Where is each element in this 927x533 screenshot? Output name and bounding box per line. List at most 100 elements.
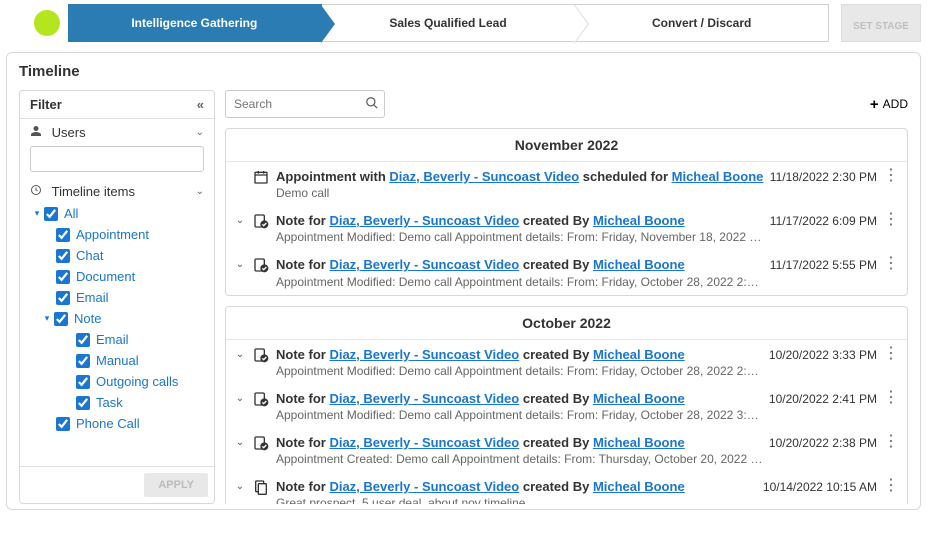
stage-bar: Intelligence Gathering Sales Qualified L… <box>6 4 921 42</box>
filter-users-toggle[interactable]: Users ⌄ <box>30 125 204 140</box>
entry-description: Appointment Modified: Demo call Appointm… <box>276 230 764 244</box>
checkbox-all[interactable] <box>44 207 58 221</box>
timeline-entry: ⌄ Note for Diaz, Beverly - Suncoast Vide… <box>226 250 907 294</box>
stage-sales-qualified-lead[interactable]: Sales Qualified Lead <box>322 4 576 42</box>
entry-description: Great prospect. 5 user deal, about nov t… <box>276 496 757 504</box>
tree-collapse-icon[interactable]: ▾ <box>42 313 52 324</box>
checkbox-note[interactable] <box>54 312 68 326</box>
checkbox-note-outgoing[interactable] <box>76 375 90 389</box>
entry-link-user[interactable]: Micheal Boone <box>672 169 764 184</box>
checkbox-document[interactable] <box>56 270 70 284</box>
entry-menu-icon[interactable]: ⋮ <box>883 390 897 406</box>
entry-link-contact[interactable]: Diaz, Beverly - Suncoast Video <box>329 213 519 228</box>
entry-link-user[interactable]: Micheal Boone <box>593 391 685 406</box>
tree-item-email[interactable]: Email <box>26 287 214 308</box>
tree-item-note-task[interactable]: Task <box>26 392 214 413</box>
entry-link-user[interactable]: Micheal Boone <box>593 213 685 228</box>
tree-item-note[interactable]: ▾ Note <box>26 308 214 329</box>
note-check-icon <box>252 212 270 230</box>
entry-expand-icon[interactable]: ⌄ <box>234 212 246 226</box>
filter-users-input[interactable] <box>30 146 204 172</box>
month-header: November 2022 <box>226 129 907 162</box>
entry-menu-icon[interactable]: ⋮ <box>883 212 897 228</box>
tree-label: Note <box>74 311 101 326</box>
tree-item-note-manual[interactable]: Manual <box>26 350 214 371</box>
tree-item-chat[interactable]: Chat <box>26 245 214 266</box>
search-input[interactable] <box>225 90 385 118</box>
entry-link-contact[interactable]: Diaz, Beverly - Suncoast Video <box>329 391 519 406</box>
apply-button[interactable]: APPLY <box>144 473 208 497</box>
search-wrap <box>225 90 385 118</box>
entry-title: Note for Diaz, Beverly - Suncoast Video … <box>276 256 764 274</box>
tree-item-note-outgoing-calls[interactable]: Outgoing calls <box>26 371 214 392</box>
stage-label: Convert / Discard <box>652 16 751 30</box>
entry-link-user[interactable]: Micheal Boone <box>593 347 685 362</box>
timeline-entry: ⌄ Note for Diaz, Beverly - Suncoast Vide… <box>226 428 907 472</box>
collapse-filter-icon[interactable]: « <box>197 97 204 112</box>
checkbox-appointment[interactable] <box>56 228 70 242</box>
checkbox-note-manual[interactable] <box>76 354 90 368</box>
entry-link-user[interactable]: Micheal Boone <box>593 257 685 272</box>
checkbox-note-email[interactable] <box>76 333 90 347</box>
entry-link-contact[interactable]: Diaz, Beverly - Suncoast Video <box>389 169 579 184</box>
tree-item-appointment[interactable]: Appointment <box>26 224 214 245</box>
tree-collapse-icon[interactable]: ▾ <box>32 208 42 219</box>
tree-label: Chat <box>76 248 103 263</box>
timeline-content: + ADD November 2022 Appointment with Dia… <box>225 90 908 504</box>
checkbox-note-task[interactable] <box>76 396 90 410</box>
entry-main: Note for Diaz, Beverly - Suncoast Video … <box>276 390 763 422</box>
entry-description: Appointment Modified: Demo call Appointm… <box>276 275 764 289</box>
entry-menu-icon[interactable]: ⋮ <box>883 256 897 272</box>
filter-timeline-items-toggle[interactable]: Timeline items ⌄ <box>30 184 204 199</box>
entry-menu-icon[interactable]: ⋮ <box>883 346 897 362</box>
entry-expand-icon[interactable]: ⌄ <box>234 478 246 492</box>
entry-timestamp: 10/20/2022 2:38 PM <box>769 434 877 450</box>
add-button[interactable]: + ADD <box>870 96 908 113</box>
tree-item-note-email[interactable]: Email <box>26 329 214 350</box>
entry-menu-icon[interactable]: ⋮ <box>883 478 897 494</box>
entry-timestamp: 10/20/2022 2:41 PM <box>769 390 877 406</box>
tree-item-phone-call[interactable]: Phone Call <box>26 413 214 434</box>
checkbox-phone-call[interactable] <box>56 417 70 431</box>
month-block-november: November 2022 Appointment with Diaz, Bev… <box>225 128 908 296</box>
entry-link-contact[interactable]: Diaz, Beverly - Suncoast Video <box>329 479 519 494</box>
filter-tree: ▾All Appointment Chat Document Email ▾ No… <box>20 199 214 466</box>
entry-menu-icon[interactable]: ⋮ <box>883 434 897 450</box>
timeline-entry: Appointment with Diaz, Beverly - Suncoas… <box>226 162 907 206</box>
note-check-icon <box>252 390 270 408</box>
entry-menu-icon[interactable]: ⋮ <box>883 168 897 184</box>
stage-convert-discard[interactable]: Convert / Discard <box>575 4 829 42</box>
entry-main: Note for Diaz, Beverly - Suncoast Video … <box>276 478 757 504</box>
entry-link-contact[interactable]: Diaz, Beverly - Suncoast Video <box>329 347 519 362</box>
entry-title: Note for Diaz, Beverly - Suncoast Video … <box>276 434 763 452</box>
tree-item-all[interactable]: ▾All <box>26 203 214 224</box>
tree-item-document[interactable]: Document <box>26 266 214 287</box>
entry-link-contact[interactable]: Diaz, Beverly - Suncoast Video <box>329 257 519 272</box>
entry-link-user[interactable]: Micheal Boone <box>593 435 685 450</box>
chevron-down-icon: ⌄ <box>196 186 204 197</box>
tree-label: Task <box>96 395 123 410</box>
checkbox-email[interactable] <box>56 291 70 305</box>
entry-expand-icon[interactable] <box>234 168 246 171</box>
timeline-panel: Timeline Filter « Users ⌄ <box>6 52 921 510</box>
set-stage-button[interactable]: SET STAGE <box>841 4 921 42</box>
entry-expand-icon[interactable]: ⌄ <box>234 390 246 404</box>
entry-expand-icon[interactable]: ⌄ <box>234 256 246 270</box>
entry-main: Note for Diaz, Beverly - Suncoast Video … <box>276 256 764 288</box>
filter-sidebar: Filter « Users ⌄ Timeline items ⌄ <box>19 90 215 504</box>
entry-expand-icon[interactable]: ⌄ <box>234 346 246 360</box>
entry-main: Note for Diaz, Beverly - Suncoast Video … <box>276 212 764 244</box>
entry-link-user[interactable]: Micheal Boone <box>593 479 685 494</box>
stage-intelligence-gathering[interactable]: Intelligence Gathering <box>68 4 322 42</box>
panel-title: Timeline <box>19 63 908 80</box>
entry-link-contact[interactable]: Diaz, Beverly - Suncoast Video <box>329 435 519 450</box>
entry-expand-icon[interactable]: ⌄ <box>234 434 246 448</box>
entry-timestamp: 11/17/2022 5:55 PM <box>770 256 877 272</box>
tree-label: Appointment <box>76 227 149 242</box>
checkbox-chat[interactable] <box>56 249 70 263</box>
entry-timestamp: 11/18/2022 2:30 PM <box>770 168 877 184</box>
month-header: October 2022 <box>226 307 907 340</box>
entry-timestamp: 11/17/2022 6:09 PM <box>770 212 877 228</box>
filter-apply-row: APPLY <box>20 466 214 503</box>
tree-label: Email <box>76 290 109 305</box>
